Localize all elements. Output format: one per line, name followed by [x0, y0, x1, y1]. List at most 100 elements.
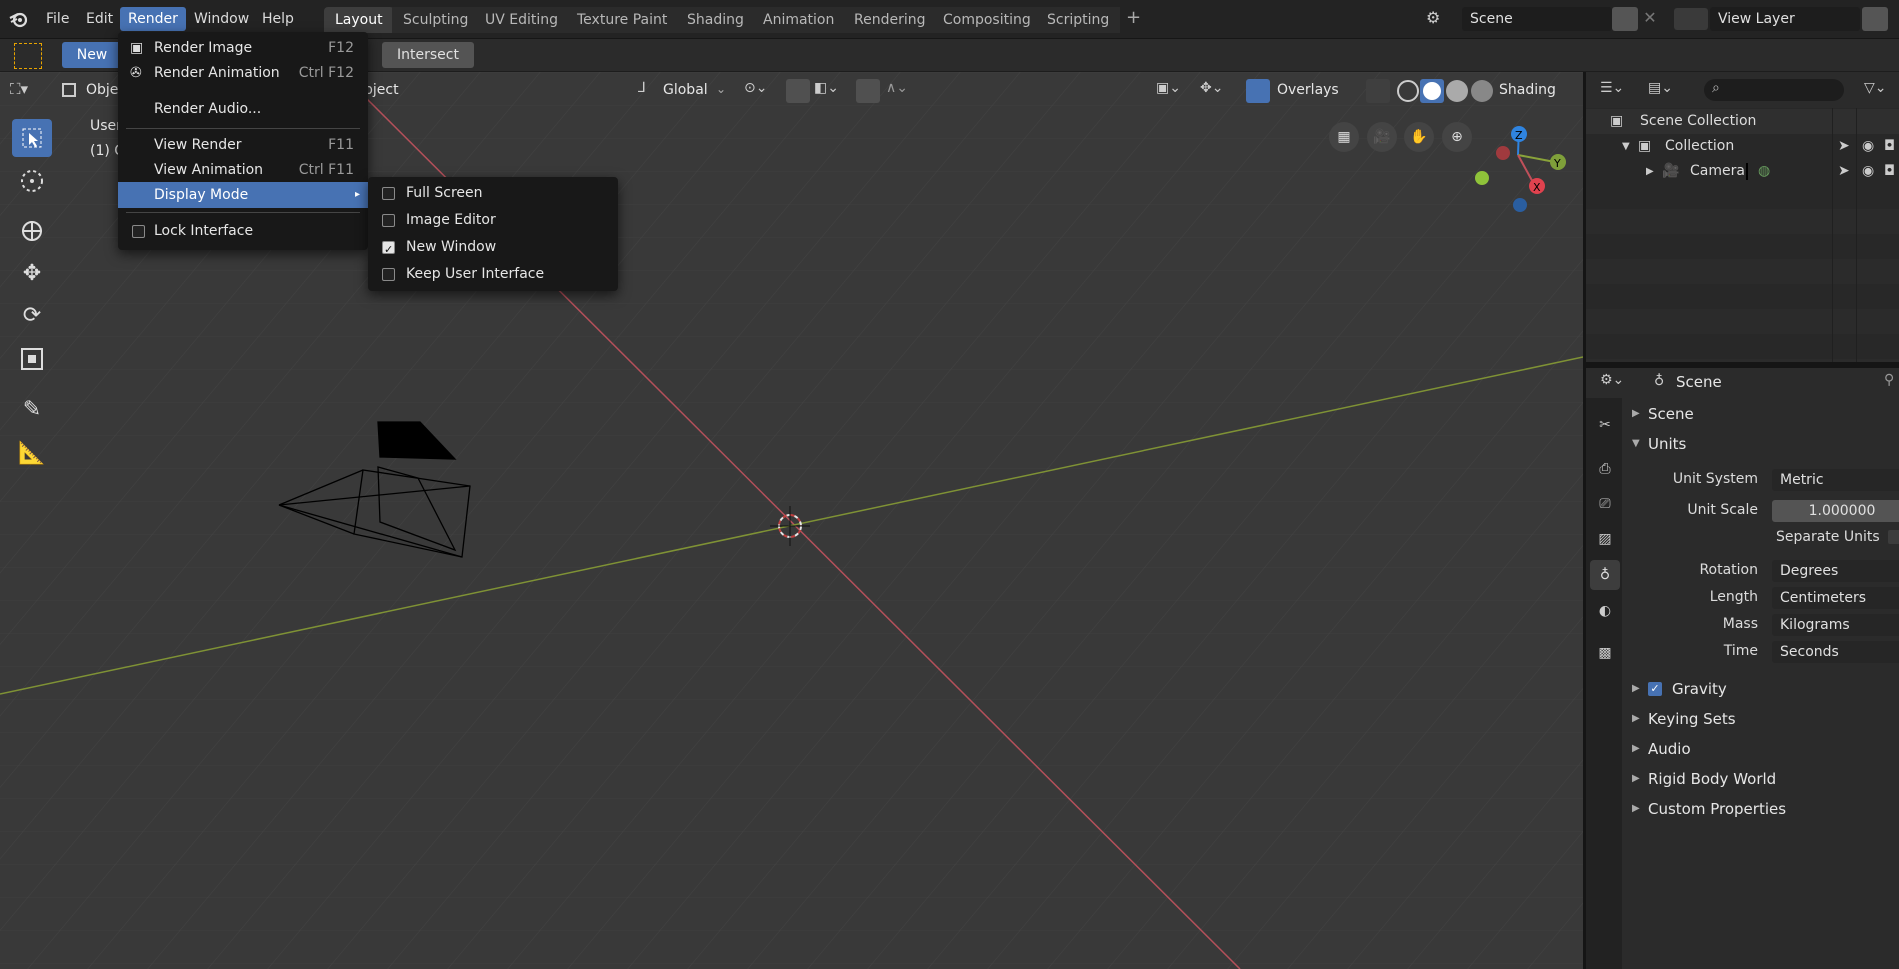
object-mode-icon[interactable] [62, 83, 76, 97]
length-dropdown[interactable]: Centimeters [1772, 587, 1899, 609]
display-mode-item[interactable]: Display Mode ▸ [118, 182, 368, 208]
area-divider[interactable] [1583, 72, 1586, 969]
pivot-point-icon[interactable]: ⊙⌄ [744, 80, 778, 102]
eye-icon[interactable]: ◉ [1862, 159, 1874, 184]
blender-logo-icon[interactable] [8, 8, 30, 30]
lock-interface-checkbox[interactable] [132, 225, 145, 238]
unit-system-dropdown[interactable]: Metric [1772, 469, 1899, 491]
measure-tool-icon[interactable]: 📐 [12, 434, 52, 472]
filter-icon[interactable]: ▽⌄ [1864, 80, 1898, 102]
mass-dropdown[interactable]: Kilograms [1772, 614, 1899, 636]
toggle-grid-view-icon[interactable]: ▦ [1329, 122, 1359, 152]
chevron-down-icon[interactable]: ⌄ [716, 82, 726, 96]
unit-scale-field[interactable]: 1.000000 [1772, 500, 1899, 522]
area-divider[interactable] [1586, 362, 1899, 368]
overlays-dropdown[interactable]: Overlays [1277, 82, 1339, 98]
scale-tool-icon[interactable] [12, 340, 52, 378]
object-visibility-icon[interactable]: ▣⌄ [1156, 80, 1190, 102]
solid-shading-icon[interactable] [1420, 79, 1444, 103]
rendered-shading-icon[interactable] [1471, 80, 1493, 102]
full-screen-item[interactable]: Full Screen [368, 180, 618, 206]
menu-window[interactable]: Window [186, 7, 257, 31]
scene-name-field[interactable]: Scene [1462, 7, 1612, 31]
units-panel-header[interactable]: ▼ Units [1628, 431, 1899, 457]
tab-rendering[interactable]: Rendering [843, 7, 937, 33]
tab-scripting[interactable]: Scripting [1036, 7, 1121, 33]
menu-file[interactable]: File [38, 7, 77, 31]
menu-edit[interactable]: Edit [78, 7, 121, 31]
delete-scene-icon[interactable]: ✕ [1640, 8, 1660, 30]
zoom-icon[interactable]: ⊕ [1442, 122, 1472, 152]
new-window-item[interactable]: ✓ New Window [368, 234, 618, 260]
wireframe-shading-icon[interactable] [1397, 80, 1419, 102]
scene-icon[interactable]: ⚙ [1426, 8, 1456, 30]
copy-scene-icon[interactable] [1612, 7, 1638, 31]
tab-layout[interactable]: Layout [324, 7, 394, 33]
image-editor-checkbox[interactable] [382, 214, 395, 227]
transform-orientation-icon[interactable]: ⅃ [638, 80, 658, 102]
move-arrows-tool-icon[interactable]: ✥ [12, 254, 52, 292]
selectable-icon[interactable]: ➤ [1838, 134, 1850, 159]
select-box-tool-icon[interactable] [12, 119, 52, 157]
copy-view-layer-icon[interactable] [1862, 7, 1888, 31]
tab-texture-paint[interactable]: Texture Paint [566, 7, 679, 33]
intersect-selection-button[interactable]: Intersect [382, 42, 474, 68]
new-selection-button[interactable]: New [62, 42, 122, 68]
view-layer-tab-icon[interactable]: ▨ [1590, 524, 1620, 554]
object-menu[interactable]: bject [364, 82, 399, 98]
proportional-falloff-icon[interactable]: ∧⌄ [886, 80, 920, 102]
select-box-icon[interactable] [14, 43, 42, 69]
world-tab-icon[interactable]: ◐ [1590, 596, 1620, 626]
view-render-item[interactable]: View Render F11 [118, 132, 368, 158]
editor-type-icon[interactable]: ⛶▾ [10, 80, 44, 104]
cursor-tool-icon[interactable] [12, 162, 52, 200]
keep-user-interface-item[interactable]: Keep User Interface [368, 261, 618, 287]
texture-tab-icon[interactable]: ▩ [1590, 638, 1620, 668]
scene-tab-icon[interactable]: ♁ [1590, 560, 1620, 590]
move-tool-icon[interactable] [12, 212, 52, 250]
view-layer-field[interactable]: View Layer [1710, 7, 1860, 31]
keying-sets-panel-header[interactable]: ▶ Keying Sets [1628, 706, 1899, 732]
rotate-tool-icon[interactable]: ⟳ [12, 296, 52, 334]
rotation-dropdown[interactable]: Degrees [1772, 560, 1899, 582]
expand-triangle-icon[interactable]: ▶ [1646, 159, 1654, 184]
add-workspace-button[interactable]: + [1118, 6, 1149, 30]
render-tab-icon[interactable]: ⎙ [1590, 454, 1620, 484]
shading-dropdown[interactable]: Shading [1499, 82, 1556, 98]
outliner-row-scene-collection[interactable]: ▣ Scene Collection [1586, 109, 1899, 134]
view-layer-icon[interactable] [1674, 8, 1708, 30]
gizmo-toggle-icon[interactable]: ✥⌄ [1200, 80, 1240, 102]
tool-tab-icon[interactable]: ✂ [1590, 410, 1620, 440]
collapse-triangle-icon[interactable]: ▼ [1622, 134, 1630, 159]
tab-uv-editing[interactable]: UV Editing [474, 7, 570, 33]
separate-units-checkbox[interactable] [1888, 530, 1899, 544]
render-animation-item[interactable]: ✇ Render Animation Ctrl F12 [118, 60, 368, 86]
time-dropdown[interactable]: Seconds [1772, 641, 1899, 663]
outliner-search-input[interactable]: ⌕ [1704, 79, 1844, 101]
outliner-row-collection[interactable]: ▼ ▣ Collection ➤ ◉ ◘ [1586, 134, 1899, 159]
render-image-item[interactable]: ▣ Render Image F12 [118, 35, 368, 61]
transform-orientation-dropdown[interactable]: Global [663, 82, 708, 98]
menu-render[interactable]: Render [120, 7, 186, 31]
custom-properties-panel-header[interactable]: ▶ Custom Properties [1628, 796, 1899, 822]
tab-compositing[interactable]: Compositing [932, 7, 1042, 33]
rigid-body-world-panel-header[interactable]: ▶ Rigid Body World [1628, 766, 1899, 792]
properties-editor-type-icon[interactable]: ⚙⌄ [1600, 372, 1634, 394]
keep-user-interface-checkbox[interactable] [382, 268, 395, 281]
pan-hand-icon[interactable]: ✋ [1404, 122, 1434, 152]
tab-animation[interactable]: Animation [752, 7, 846, 33]
eye-icon[interactable]: ◉ [1862, 134, 1874, 159]
gravity-checkbox[interactable]: ✓ [1648, 682, 1662, 696]
snap-target-icon[interactable]: ◧⌄ [814, 80, 848, 102]
proportional-editing-icon[interactable] [856, 79, 880, 103]
scene-panel-header[interactable]: ▶ Scene [1628, 401, 1899, 427]
tab-sculpting[interactable]: Sculpting [392, 7, 480, 33]
snap-icon[interactable] [786, 79, 810, 103]
annotate-tool-icon[interactable]: ✎ [12, 390, 52, 428]
overlays-toggle-icon[interactable] [1246, 79, 1270, 103]
camera-view-icon[interactable]: 🎥 [1367, 122, 1397, 152]
lock-interface-item[interactable]: Lock Interface [118, 218, 368, 244]
gravity-panel-header[interactable]: ▶ ✓ Gravity [1628, 676, 1899, 702]
image-editor-item[interactable]: Image Editor [368, 207, 618, 233]
outliner-editor-type-icon[interactable]: ☰⌄ [1600, 80, 1634, 102]
